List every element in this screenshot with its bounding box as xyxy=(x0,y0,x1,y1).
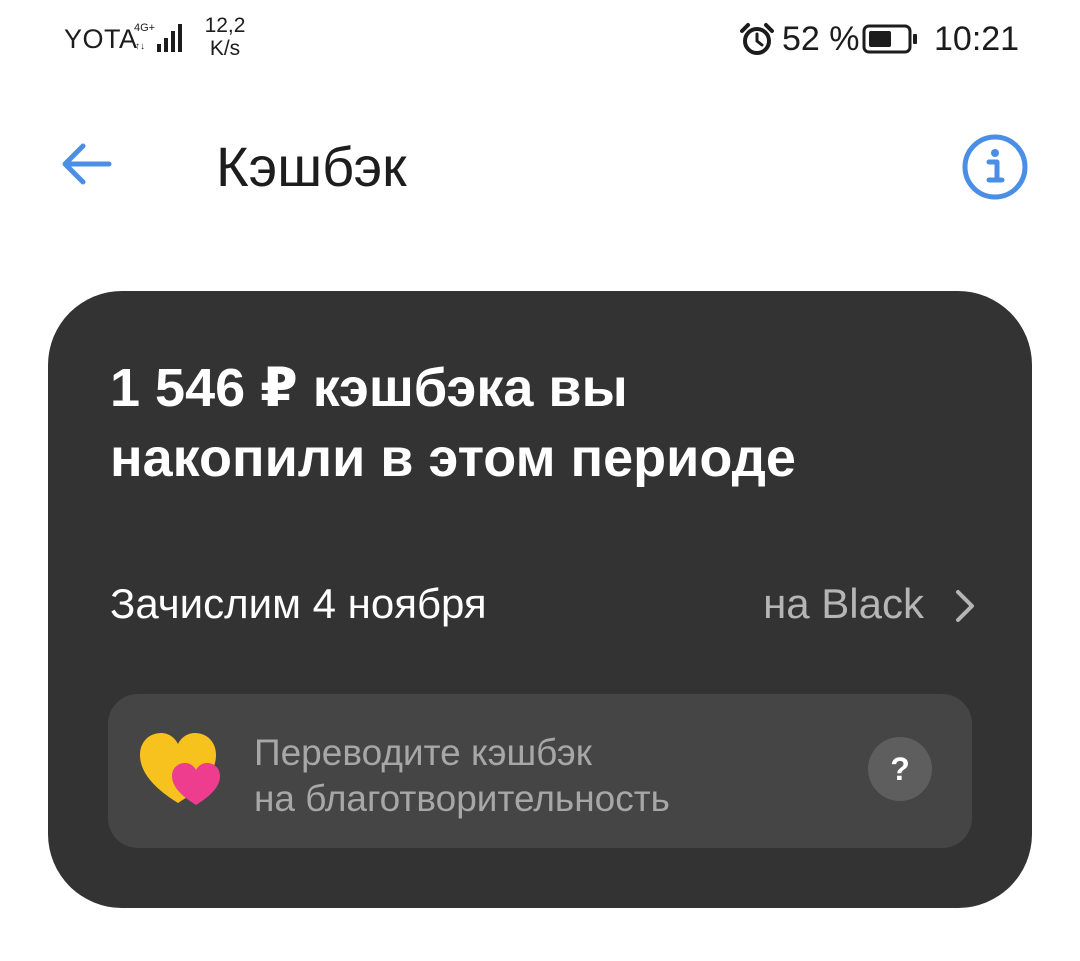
accrual-date: Зачислим 4 ноября xyxy=(110,580,487,627)
signal-icon: 4G+ ↑↓ xyxy=(134,22,182,52)
page-title: Кэшбэк xyxy=(216,135,407,198)
charity-text: Переводите кэшбэк на благотворительность xyxy=(254,730,670,822)
battery-icon xyxy=(862,24,917,54)
svg-text:↑↓: ↑↓ xyxy=(135,41,145,52)
network-type: 4G+ xyxy=(134,22,155,34)
network-speed-value: 12,2 xyxy=(204,14,246,37)
cashback-headline: 1 546 ₽ кэшбэка вы накопили в этом перио… xyxy=(110,353,970,493)
cashback-screen: YOTA 4G+ ↑↓ 12,2 K/s 52 % 10:21 Кэшбэк 1… xyxy=(0,0,1080,961)
app-header: Кэшбэк xyxy=(0,110,1080,220)
battery-percent: 52 % xyxy=(782,20,860,58)
network-speed: 12,2 K/s xyxy=(200,14,250,60)
clock: 10:21 xyxy=(934,20,1020,58)
cashback-headline-line2: накопили в этом периоде xyxy=(110,428,796,488)
chevron-right-icon[interactable] xyxy=(950,586,980,626)
network-speed-unit: K/s xyxy=(209,37,241,60)
arrow-left-icon xyxy=(62,143,112,185)
charity-banner[interactable]: Переводите кэшбэк на благотворительность… xyxy=(108,694,972,848)
cashback-card: 1 546 ₽ кэшбэка вы накопили в этом перио… xyxy=(48,291,1032,908)
help-button[interactable]: ? xyxy=(868,737,932,801)
info-button[interactable] xyxy=(960,132,1030,202)
back-button[interactable] xyxy=(54,132,118,196)
carrier-name: YOTA xyxy=(64,24,138,54)
alarm-icon xyxy=(740,23,774,55)
cashback-headline-line1: 1 546 ₽ кэшбэка вы xyxy=(110,358,628,418)
hearts-icon xyxy=(140,733,220,805)
charity-text-line1: Переводите кэшбэк xyxy=(254,732,592,773)
accrual-target-link[interactable]: на Black xyxy=(763,580,924,628)
accrual-row[interactable]: Зачислим 4 ноября на Black xyxy=(110,576,980,632)
charity-text-line2: на благотворительность xyxy=(254,778,670,819)
status-bar: YOTA 4G+ ↑↓ 12,2 K/s 52 % 10:21 xyxy=(0,0,1080,80)
